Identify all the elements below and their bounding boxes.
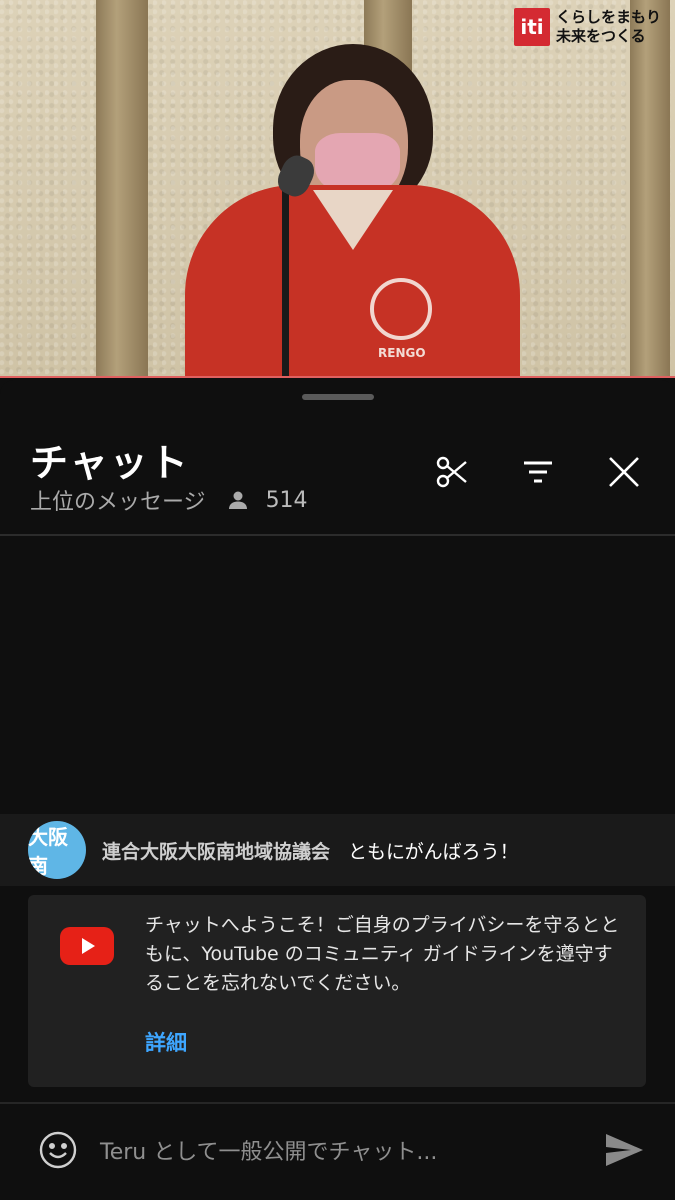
logo-line2: 未来をつくる [555, 27, 646, 45]
youtube-logo-icon [60, 927, 114, 965]
viewer-count: 514 [265, 487, 308, 513]
logo-mark: iti [513, 8, 550, 46]
pinned-message[interactable]: 大阪南 連合大阪大阪南地域協議会 ともにがんばろう！ [0, 814, 675, 886]
send-icon [603, 1134, 645, 1174]
person-icon [226, 488, 250, 512]
video-pillar [96, 0, 148, 378]
drag-handle[interactable] [302, 394, 374, 400]
clip-button[interactable] [432, 454, 472, 494]
header-divider [0, 534, 675, 536]
chat-mode-label: 上位のメッセージ [30, 490, 206, 515]
input-divider [0, 1102, 675, 1104]
filter-icon [520, 454, 556, 494]
emoji-button[interactable] [38, 1130, 78, 1170]
learn-more-link[interactable]: 詳細 [145, 1027, 187, 1057]
chat-title: チャット [30, 441, 190, 485]
jacket-text: RENGO [378, 346, 426, 360]
chat-panel: チャット 上位のメッセージ 514 大阪南 連合大阪大阪南地域協議会 ともにがん… [0, 380, 675, 1200]
video-player[interactable]: RENGO iti くらしをまもり 未来をつくる [0, 0, 675, 378]
mic-stand [282, 186, 289, 378]
scissors-icon [434, 454, 470, 494]
pinned-author: 連合大阪大阪南地域協議会 [102, 840, 331, 863]
chat-input[interactable]: Teru として一般公開でチャット... [100, 1132, 580, 1168]
logo-line1: くらしをまもり [555, 8, 661, 26]
close-button[interactable] [604, 454, 644, 494]
pinned-text: ともにがんばろう！ [348, 840, 519, 863]
send-button[interactable] [603, 1130, 645, 1170]
chat-mode-selector[interactable]: 上位のメッセージ 514 [30, 484, 308, 516]
video-progress-bar[interactable] [0, 376, 675, 378]
speaker: RENGO [185, 40, 520, 378]
welcome-text: チャットへようこそ！ご自身のプライバシーを守るとともに、YouTube のコミュ… [145, 914, 620, 994]
close-icon [606, 454, 642, 494]
avatar: 大阪南 [28, 821, 86, 879]
smiley-icon [38, 1131, 78, 1174]
channel-logo: iti くらしをまもり 未来をつくる [513, 8, 661, 46]
rengo-emblem [370, 278, 432, 340]
video-pillar [630, 0, 670, 378]
filter-button[interactable] [518, 454, 558, 494]
welcome-card: チャットへようこそ！ご自身のプライバシーを守るとともに、YouTube のコミュ… [28, 895, 646, 1087]
